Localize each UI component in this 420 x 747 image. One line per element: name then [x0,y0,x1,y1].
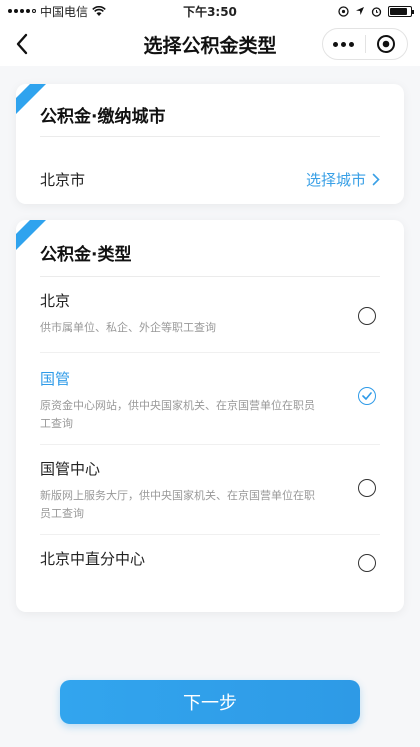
divider [40,276,380,277]
option-beijing[interactable]: 北京 供市属单位、私企、外企等职工查询 [40,290,380,352]
divider [40,534,380,535]
radio-button-checked[interactable] [358,387,376,405]
check-icon [362,392,372,400]
status-left: 中国电信 [8,3,148,20]
select-city-link[interactable]: 选择城市 [306,169,380,190]
at-icon [338,5,349,17]
signal-icon [8,9,36,13]
type-card: 公积金·类型 北京 供市属单位、私企、外企等职工查询 国管 原资金中心网站，供中… [16,220,404,612]
alarm-icon [371,6,382,17]
divider [40,444,380,445]
option-zhongzhi-branch[interactable]: 北京中直分中心 [40,548,380,588]
miniprogram-capsule [322,28,408,60]
option-title: 北京中直分中心 [40,550,146,568]
option-guoguan[interactable]: 国管 原资金中心网站，供中央国家机关、在京国营单位在职员工查询 [40,368,380,444]
carrier-label: 中国电信 [40,4,89,19]
divider [40,136,380,137]
chevron-right-icon [372,173,380,185]
location-icon [356,7,364,15]
target-circle-icon [377,35,396,53]
radio-button[interactable] [358,479,376,497]
city-row[interactable]: 北京市 选择城市 [40,164,380,194]
option-description: 原资金中心网站，供中央国家机关、在京国营单位在职员工查询 [40,399,315,430]
next-step-button[interactable]: 下一步 [60,680,360,724]
option-title: 国管中心 [40,460,101,478]
radio-button[interactable] [358,554,376,572]
more-dots-icon [333,41,355,47]
status-bar: 中国电信 下午3:50 [0,0,420,22]
city-card-title: 公积金·缴纳城市 [40,107,166,127]
option-guoguan-center[interactable]: 国管中心 新版网上服务大厅，供中央国家机关、在京国营单位在职员工查询 [40,458,380,534]
option-description: 新版网上服务大厅，供中央国家机关、在京国营单位在职员工查询 [40,489,315,520]
status-right [272,5,414,17]
type-card-title: 公积金·类型 [40,245,132,265]
current-city: 北京市 [40,170,86,189]
page-title: 选择公积金类型 [143,34,277,57]
nav-bar: 选择公积金类型 [0,22,420,66]
chevron-left-icon [16,33,28,55]
city-card: 公积金·缴纳城市 北京市 选择城市 [16,84,404,204]
wifi-icon [92,5,106,16]
select-city-label: 选择城市 [305,170,366,189]
close-miniprogram-button[interactable] [365,29,407,59]
option-title: 北京 [40,292,71,310]
radio-button[interactable] [358,307,376,325]
battery-icon [388,5,414,17]
more-button[interactable] [323,29,365,59]
status-time: 下午3:50 [183,4,237,19]
back-button[interactable] [6,28,38,60]
option-description: 供市属单位、私企、外企等职工查询 [40,321,216,334]
option-title: 国管 [40,370,71,388]
divider [40,352,380,353]
